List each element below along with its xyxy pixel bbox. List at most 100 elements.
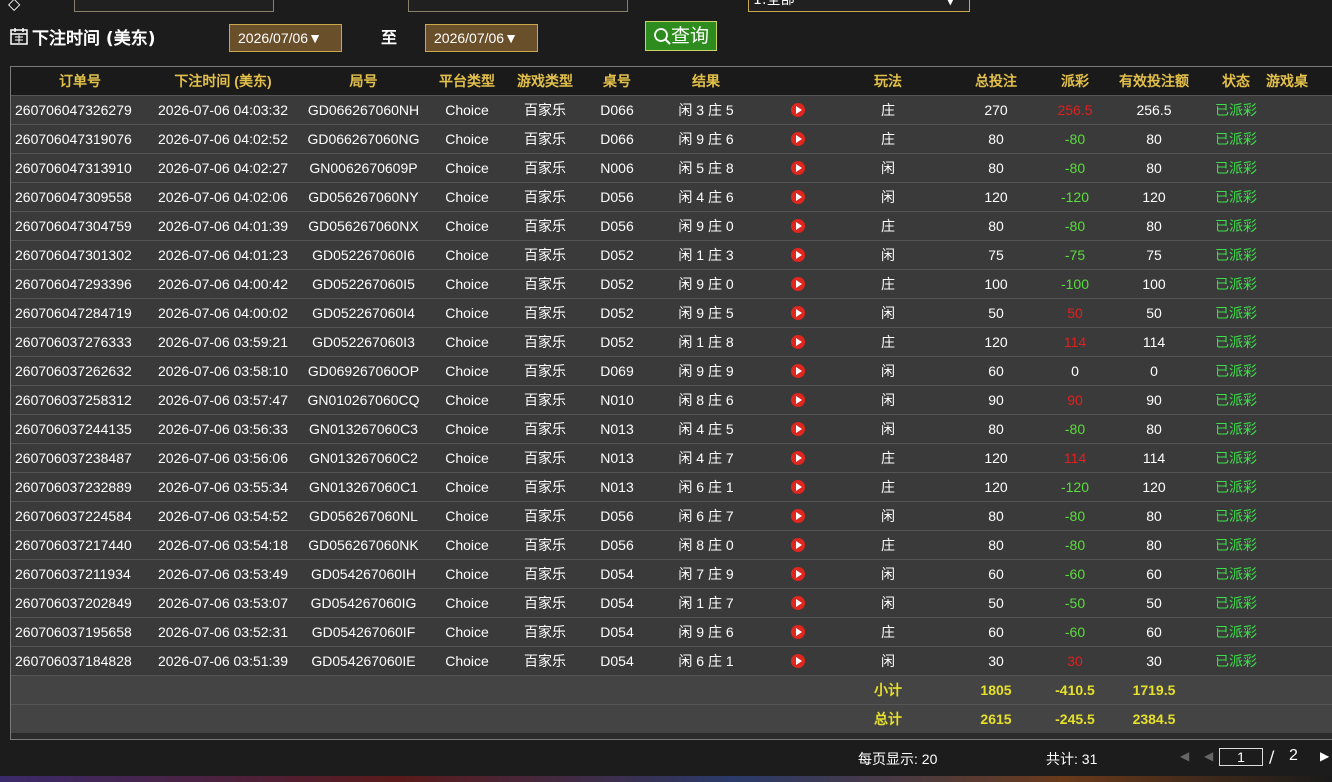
- date-from-select[interactable]: 2026/07/06▼: [229, 24, 342, 52]
- cell-round-no: GN0062670609P: [297, 153, 430, 183]
- play-icon[interactable]: [791, 306, 805, 320]
- video-cell: [764, 588, 832, 618]
- play-icon[interactable]: [791, 132, 805, 146]
- cell-play-type: 庄: [832, 124, 944, 154]
- cell-platform: Choice: [430, 327, 504, 357]
- date-to-select[interactable]: 2026/07/06▼: [425, 24, 538, 52]
- cell-game-type: 百家乐: [504, 95, 586, 125]
- cell-payout: -80: [1048, 530, 1102, 560]
- play-icon[interactable]: [791, 248, 805, 262]
- cell-game-table: -: [1266, 327, 1332, 357]
- cell-game-type: 百家乐: [504, 472, 586, 502]
- cell-status: 已派彩: [1206, 211, 1266, 241]
- cell-total-bet: 30: [944, 646, 1048, 676]
- cell-game-type: 百家乐: [504, 182, 586, 212]
- cell-play-type: 闲: [832, 182, 944, 212]
- cell-valid-bet: 50: [1102, 298, 1206, 328]
- cell-game-table: -: [1266, 182, 1332, 212]
- game-type-select[interactable]: 1:全部 ▼: [748, 0, 970, 12]
- play-icon[interactable]: [791, 364, 805, 378]
- play-icon[interactable]: [791, 161, 805, 175]
- cell-bet-time: 2026-07-06 03:54:18: [149, 530, 297, 560]
- prev-page-icon[interactable]: ◀: [1204, 749, 1213, 763]
- cell-status: 已派彩: [1206, 472, 1266, 502]
- cell-valid-bet: 256.5: [1102, 95, 1206, 125]
- next-page-icon[interactable]: ▶: [1320, 749, 1329, 763]
- cell-table-no: D056: [586, 501, 648, 531]
- cell-valid-bet: 80: [1102, 501, 1206, 531]
- query-button[interactable]: 查询: [645, 21, 717, 51]
- video-cell: [764, 269, 832, 299]
- cell-platform: Choice: [430, 646, 504, 676]
- col-header-order-no: 订单号: [11, 67, 149, 96]
- table-row: 260706037217440 2026-07-06 03:54:18 GD0562…: [11, 530, 1332, 560]
- cell-platform: Choice: [430, 443, 504, 473]
- play-icon[interactable]: [791, 509, 805, 523]
- cell-play-type: 闲: [832, 588, 944, 618]
- cell-valid-bet: 80: [1102, 414, 1206, 444]
- summary-valid-bet: 1719.5: [1102, 675, 1206, 705]
- cell-table-no: D056: [586, 211, 648, 241]
- play-icon[interactable]: [791, 219, 805, 233]
- cell-order-no: 260706037276333: [11, 327, 149, 357]
- search-icon: [654, 28, 671, 45]
- play-icon[interactable]: [791, 625, 805, 639]
- cell-order-no: 260706047313910: [11, 153, 149, 183]
- play-icon[interactable]: [791, 190, 805, 204]
- cell-game-type: 百家乐: [504, 327, 586, 357]
- total-count-text: 共计: 31: [1046, 751, 1098, 767]
- cell-bet-time: 2026-07-06 03:59:21: [149, 327, 297, 357]
- cell-total-bet: 60: [944, 617, 1048, 647]
- cell-order-no: 260706037211934: [11, 559, 149, 589]
- play-icon[interactable]: [791, 451, 805, 465]
- calendar-icon: [10, 28, 28, 45]
- cell-bet-time: 2026-07-06 03:53:07: [149, 588, 297, 618]
- cell-result: 闲 4 庄 5: [648, 414, 764, 444]
- page-number-input[interactable]: 1: [1219, 748, 1263, 766]
- cell-payout: 114: [1048, 327, 1102, 357]
- cell-bet-time: 2026-07-06 03:53:49: [149, 559, 297, 589]
- cell-valid-bet: 120: [1102, 182, 1206, 212]
- cell-game-type: 百家乐: [504, 240, 586, 270]
- cell-result: 闲 8 庄 6: [648, 385, 764, 415]
- play-icon[interactable]: [791, 567, 805, 581]
- cell-order-no: 260706037258312: [11, 385, 149, 415]
- play-icon[interactable]: [791, 103, 805, 117]
- play-icon[interactable]: [791, 277, 805, 291]
- video-cell: [764, 530, 832, 560]
- col-header-round-no: 局号: [297, 67, 430, 96]
- cell-total-bet: 80: [944, 124, 1048, 154]
- play-icon[interactable]: [791, 422, 805, 436]
- cell-valid-bet: 114: [1102, 443, 1206, 473]
- table-row: 260706047304759 2026-07-06 04:01:39 GD0562…: [11, 211, 1332, 241]
- summary-total-bet: 2615: [944, 704, 1048, 733]
- cell-bet-time: 2026-07-06 03:56:06: [149, 443, 297, 473]
- cell-total-bet: 75: [944, 240, 1048, 270]
- cell-round-no: GN013267060C2: [297, 443, 430, 473]
- table-row: 260706037184828 2026-07-06 03:51:39 GD0542…: [11, 646, 1332, 676]
- summary-spacer: [11, 675, 832, 705]
- play-icon[interactable]: [791, 480, 805, 494]
- cell-valid-bet: 80: [1102, 153, 1206, 183]
- play-icon[interactable]: [791, 538, 805, 552]
- play-icon[interactable]: [791, 596, 805, 610]
- table-row: 260706037244135 2026-07-06 03:56:33 GN0132…: [11, 414, 1332, 444]
- order-input[interactable]: [408, 0, 628, 12]
- account-input[interactable]: [74, 0, 274, 12]
- cell-platform: Choice: [430, 356, 504, 386]
- play-icon[interactable]: [791, 393, 805, 407]
- cell-table-no: D054: [586, 588, 648, 618]
- cell-platform: Choice: [430, 95, 504, 125]
- cell-status: 已派彩: [1206, 153, 1266, 183]
- cell-order-no: 260706047304759: [11, 211, 149, 241]
- cell-game-type: 百家乐: [504, 530, 586, 560]
- cell-platform: Choice: [430, 588, 504, 618]
- play-icon[interactable]: [791, 654, 805, 668]
- cell-total-bet: 120: [944, 472, 1048, 502]
- cell-result: 闲 9 庄 9: [648, 356, 764, 386]
- cell-order-no: 260706037262632: [11, 356, 149, 386]
- play-icon[interactable]: [791, 335, 805, 349]
- summary-payout: -245.5: [1048, 704, 1102, 733]
- first-page-icon[interactable]: ◀: [1180, 749, 1189, 763]
- cell-payout: 114: [1048, 443, 1102, 473]
